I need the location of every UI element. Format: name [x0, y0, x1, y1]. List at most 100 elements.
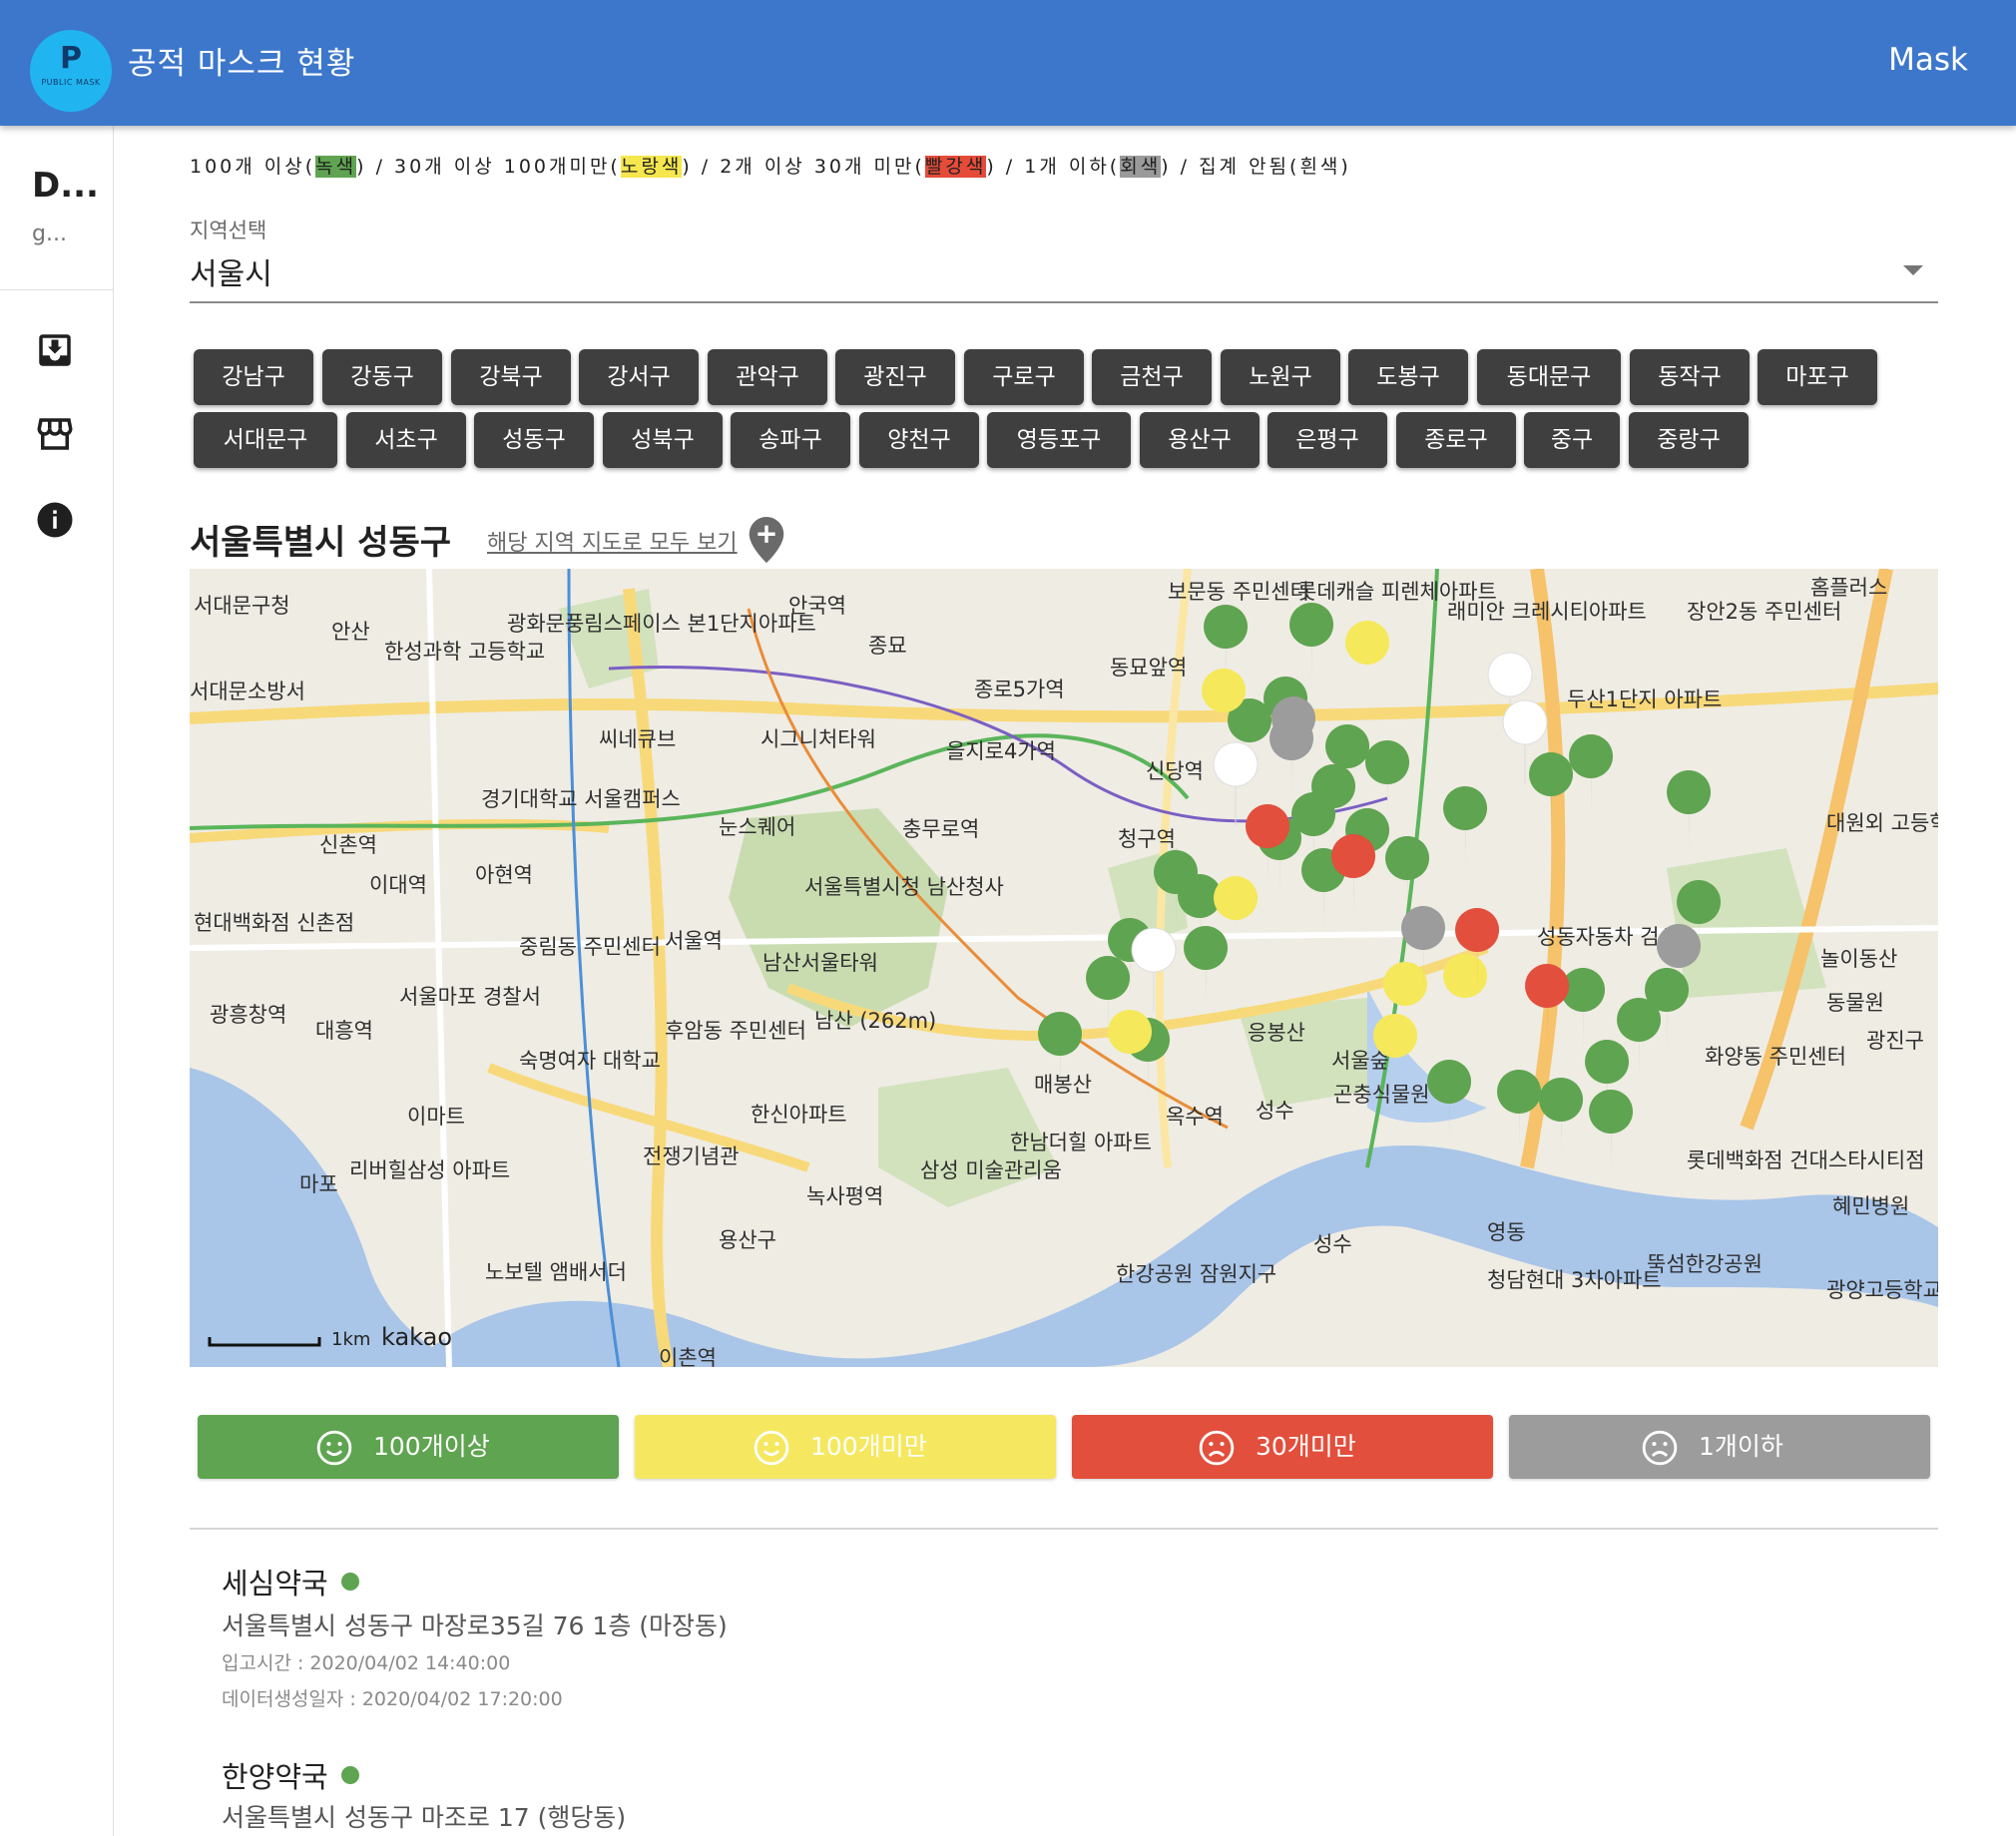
district-button[interactable]: 강남구: [194, 349, 313, 405]
map-label: 서울특별시청 남산청사: [804, 875, 1004, 899]
map-marker-yellow[interactable]: [1345, 621, 1390, 704]
legend-gray: 회색: [1120, 156, 1162, 178]
map-label: 이촌역: [659, 1346, 717, 1367]
map-label: 한강공원 잠원지구: [1116, 1262, 1276, 1286]
map-label: 삼성 미술관리움: [920, 1158, 1062, 1182]
smile-icon: [316, 1430, 352, 1466]
map-marker-green[interactable]: [1443, 786, 1488, 870]
map-label: 서울숲: [1331, 1049, 1389, 1073]
map-label: 전쟁기념관: [643, 1145, 740, 1168]
district-button[interactable]: 마포구: [1758, 349, 1877, 405]
district-button[interactable]: 강북구: [451, 349, 571, 405]
logo-subtitle: PUBLIC MASK: [41, 78, 101, 87]
map-label: 대흥역: [315, 1019, 373, 1043]
color-legend: 100개 이상(녹색) / 30개 이상 100개미만(노랑색) / 2개 이상…: [190, 152, 1351, 179]
district-button[interactable]: 서초구: [346, 412, 466, 468]
map-label: 뚝섬한강공원: [1647, 1252, 1763, 1276]
chevron-down-icon[interactable]: [1903, 265, 1923, 275]
map-label: 영동: [1487, 1220, 1526, 1244]
district-button[interactable]: 송파구: [731, 412, 850, 468]
view-all-on-map-link[interactable]: 해당 지역 지도로 모두 보기: [487, 525, 738, 557]
map-marker-green[interactable]: [1529, 752, 1574, 836]
frown-icon: [1642, 1430, 1678, 1466]
map-label: 서울역: [665, 929, 723, 953]
store-icon[interactable]: [34, 413, 76, 455]
inbox-download-icon[interactable]: [34, 329, 76, 371]
map-label: 이마트: [407, 1105, 465, 1129]
map-label: 보문동 주민센터: [1168, 580, 1309, 604]
filter-1-or-less-button[interactable]: 1개이하: [1509, 1415, 1930, 1479]
legend-red: 빨강색: [924, 156, 987, 178]
district-button[interactable]: 강서구: [579, 349, 699, 405]
map-label: 후암동 주민센터: [665, 1019, 806, 1043]
district-button[interactable]: 노원구: [1221, 349, 1340, 405]
map-label: 안산: [331, 620, 370, 644]
map-label: 서대문구청: [194, 594, 290, 618]
legend-text-1: 100개 이상(: [190, 156, 316, 178]
app-logo[interactable]: P PUBLIC MASK: [30, 30, 112, 112]
district-button[interactable]: 성동구: [474, 412, 594, 468]
district-button[interactable]: 은평구: [1267, 412, 1387, 468]
filter-100-plus-button[interactable]: 100개이상: [198, 1415, 619, 1479]
pharmacy-address: 서울특별시 성동구 마장로35길 76 1층 (마장동): [222, 1611, 728, 1640]
map-canvas[interactable]: 서대문구청 안산 한성과학 고등학교 광화문풍림스페이스 본1단지아파트 안국역…: [190, 569, 1938, 1367]
district-button[interactable]: 영등포구: [987, 412, 1131, 468]
map-label: 곤충식물원: [1333, 1083, 1430, 1107]
map-marker-yellow[interactable]: [1443, 954, 1488, 1038]
map-marker-green[interactable]: [1569, 734, 1614, 818]
district-button[interactable]: 강동구: [322, 349, 442, 405]
map-scale-label: 1km: [331, 1329, 371, 1350]
region-title: 서울특별시 성동구: [190, 523, 452, 563]
map-marker-green[interactable]: [1539, 1078, 1584, 1161]
map-marker-green[interactable]: [1589, 1090, 1634, 1173]
map-marker-white[interactable]: [1131, 927, 1177, 1013]
district-button[interactable]: 종로구: [1396, 412, 1516, 468]
map-label: 리버힐삼성 아파트: [349, 1158, 510, 1182]
district-button[interactable]: 도봉구: [1348, 349, 1468, 405]
legend-yellow: 노랑색: [620, 156, 683, 178]
district-button[interactable]: 동작구: [1630, 349, 1750, 405]
district-button[interactable]: 성북구: [603, 412, 723, 468]
region-select[interactable]: 서울시: [190, 249, 272, 293]
map-label: 광양고등학교: [1826, 1278, 1938, 1302]
map-view[interactable]: 서대문구청 안산 한성과학 고등학교 광화문풍림스페이스 본1단지아파트 안국역…: [190, 569, 1938, 1367]
map-label: 대원외 고등학교: [1826, 811, 1938, 835]
map-marker-green[interactable]: [1289, 603, 1334, 687]
status-dot: [341, 1766, 359, 1784]
district-button[interactable]: 광진구: [835, 349, 955, 405]
filter-label: 1개이하: [1699, 1432, 1783, 1461]
district-button[interactable]: 서대문구: [194, 412, 337, 468]
district-button[interactable]: 중구: [1524, 412, 1620, 468]
map-label: 마포: [299, 1172, 338, 1196]
filter-under-100-button[interactable]: 100개미만: [635, 1415, 1056, 1479]
legend-text-3: ) / 2개 이상 30개 미만(: [682, 156, 925, 178]
district-button[interactable]: 구로구: [964, 349, 1084, 405]
add-location-icon[interactable]: [749, 517, 784, 563]
filter-under-30-button[interactable]: 30개미만: [1072, 1415, 1493, 1479]
app-bar-mask-label[interactable]: Mask: [1888, 42, 1968, 78]
district-button[interactable]: 중랑구: [1629, 412, 1749, 468]
smile-icon: [754, 1430, 789, 1466]
filter-label: 100개미만: [810, 1432, 927, 1461]
district-button[interactable]: 양천구: [859, 412, 979, 468]
district-button[interactable]: 용산구: [1140, 412, 1260, 468]
map-label: 동물원: [1826, 991, 1884, 1015]
pharmacy-created-at: 데이터생성일자 : 2020/04/02 17:20:00: [222, 1688, 563, 1710]
info-icon[interactable]: [34, 499, 76, 541]
map-label: 신당역: [1146, 759, 1204, 783]
map-marker-green[interactable]: [1667, 770, 1712, 854]
district-button[interactable]: 관악구: [708, 349, 827, 405]
filter-label: 100개이상: [373, 1432, 490, 1461]
map-marker-green[interactable]: [1184, 926, 1229, 1010]
map-label: 종묘: [868, 634, 907, 658]
list-divider: [190, 1528, 1938, 1530]
map-label: 성수: [1313, 1232, 1352, 1256]
district-button[interactable]: 금천구: [1092, 349, 1212, 405]
map-label: 놀이동산: [1820, 947, 1897, 971]
map-label: 롯데백화점 건대스타시티점: [1687, 1148, 1925, 1172]
map-label: 광화문풍림스페이스 본1단지아파트: [507, 612, 816, 636]
district-button[interactable]: 동대문구: [1477, 349, 1621, 405]
map-expressway: [1740, 569, 1893, 1131]
frown-icon: [1199, 1430, 1235, 1466]
map-label: 씨네큐브: [599, 727, 676, 751]
